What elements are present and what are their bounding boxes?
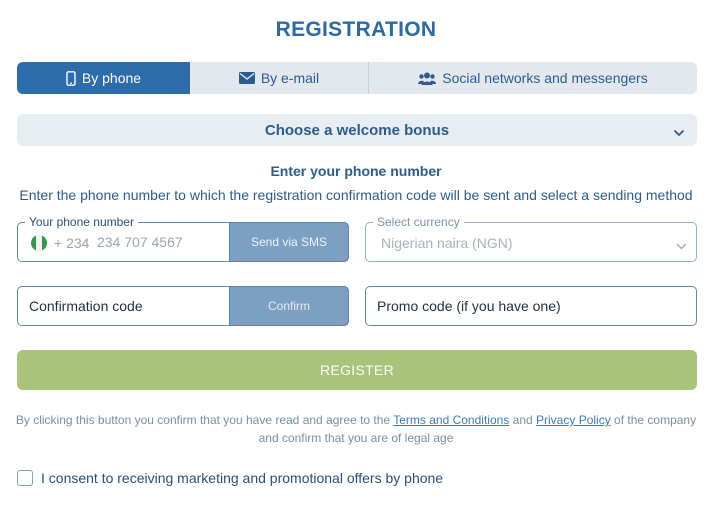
terms-text: and bbox=[512, 413, 533, 427]
phone-section-title: Enter your phone number bbox=[270, 163, 442, 179]
register-button[interactable]: REGISTER bbox=[17, 350, 697, 390]
tab-label: By e-mail bbox=[260, 70, 320, 86]
tab-by-email[interactable]: By e-mail bbox=[190, 62, 369, 94]
promo-code-input[interactable] bbox=[377, 294, 677, 318]
send-sms-button[interactable]: Send via SMS bbox=[229, 222, 349, 262]
registration-tabs: By phone By e-mail Social networks and m… bbox=[17, 62, 697, 94]
phone-prefix: + 234 bbox=[54, 235, 90, 251]
currency-field-label: Select currency bbox=[373, 215, 464, 229]
phone-field-label: Your phone number bbox=[25, 215, 138, 229]
bonus-label: Choose a welcome bonus bbox=[264, 121, 450, 139]
confirm-button[interactable]: Confirm bbox=[229, 286, 349, 326]
promo-code-field bbox=[365, 286, 697, 326]
consent-checkbox[interactable] bbox=[17, 470, 33, 486]
terms-text: of the company bbox=[614, 413, 697, 427]
phone-section-description: Enter the phone number to which the regi… bbox=[19, 187, 693, 203]
tab-label: By phone bbox=[81, 70, 142, 86]
phone-field: Your phone number + 234 Send via SMS bbox=[17, 215, 349, 262]
welcome-bonus-dropdown[interactable]: Choose a welcome bonus bbox=[17, 114, 697, 146]
users-icon bbox=[418, 72, 437, 85]
confirmation-code-field: Confirm bbox=[17, 286, 349, 326]
tab-social-networks[interactable]: Social networks and messengers bbox=[369, 62, 697, 94]
consent-label: I consent to receiving marketing and pro… bbox=[41, 470, 444, 486]
phone-input[interactable] bbox=[97, 229, 227, 255]
page-title: REGISTRATION bbox=[275, 18, 437, 41]
terms-text: By clicking this button you confirm that… bbox=[15, 413, 391, 427]
currency-select[interactable]: Select currency Nigerian naira (NGN) bbox=[365, 215, 697, 262]
privacy-policy-link[interactable]: Privacy Policy bbox=[536, 413, 611, 427]
currency-value: Nigerian naira (NGN) bbox=[381, 235, 513, 251]
chevron-down-icon bbox=[676, 237, 687, 255]
envelope-icon bbox=[238, 72, 255, 84]
smartphone-icon bbox=[66, 70, 76, 86]
terms-text: and confirm that you are of legal age bbox=[258, 431, 454, 445]
marketing-consent: I consent to receiving marketing and pro… bbox=[17, 470, 443, 486]
chevron-down-icon bbox=[673, 124, 685, 141]
terms-notice: By clicking this button you confirm that… bbox=[0, 411, 712, 447]
tab-by-phone[interactable]: By phone bbox=[17, 62, 190, 94]
nigeria-flag-icon[interactable] bbox=[31, 235, 47, 251]
confirmation-code-input[interactable] bbox=[29, 294, 229, 318]
terms-link[interactable]: Terms and Conditions bbox=[393, 413, 509, 427]
tab-label: Social networks and messengers bbox=[442, 70, 648, 86]
